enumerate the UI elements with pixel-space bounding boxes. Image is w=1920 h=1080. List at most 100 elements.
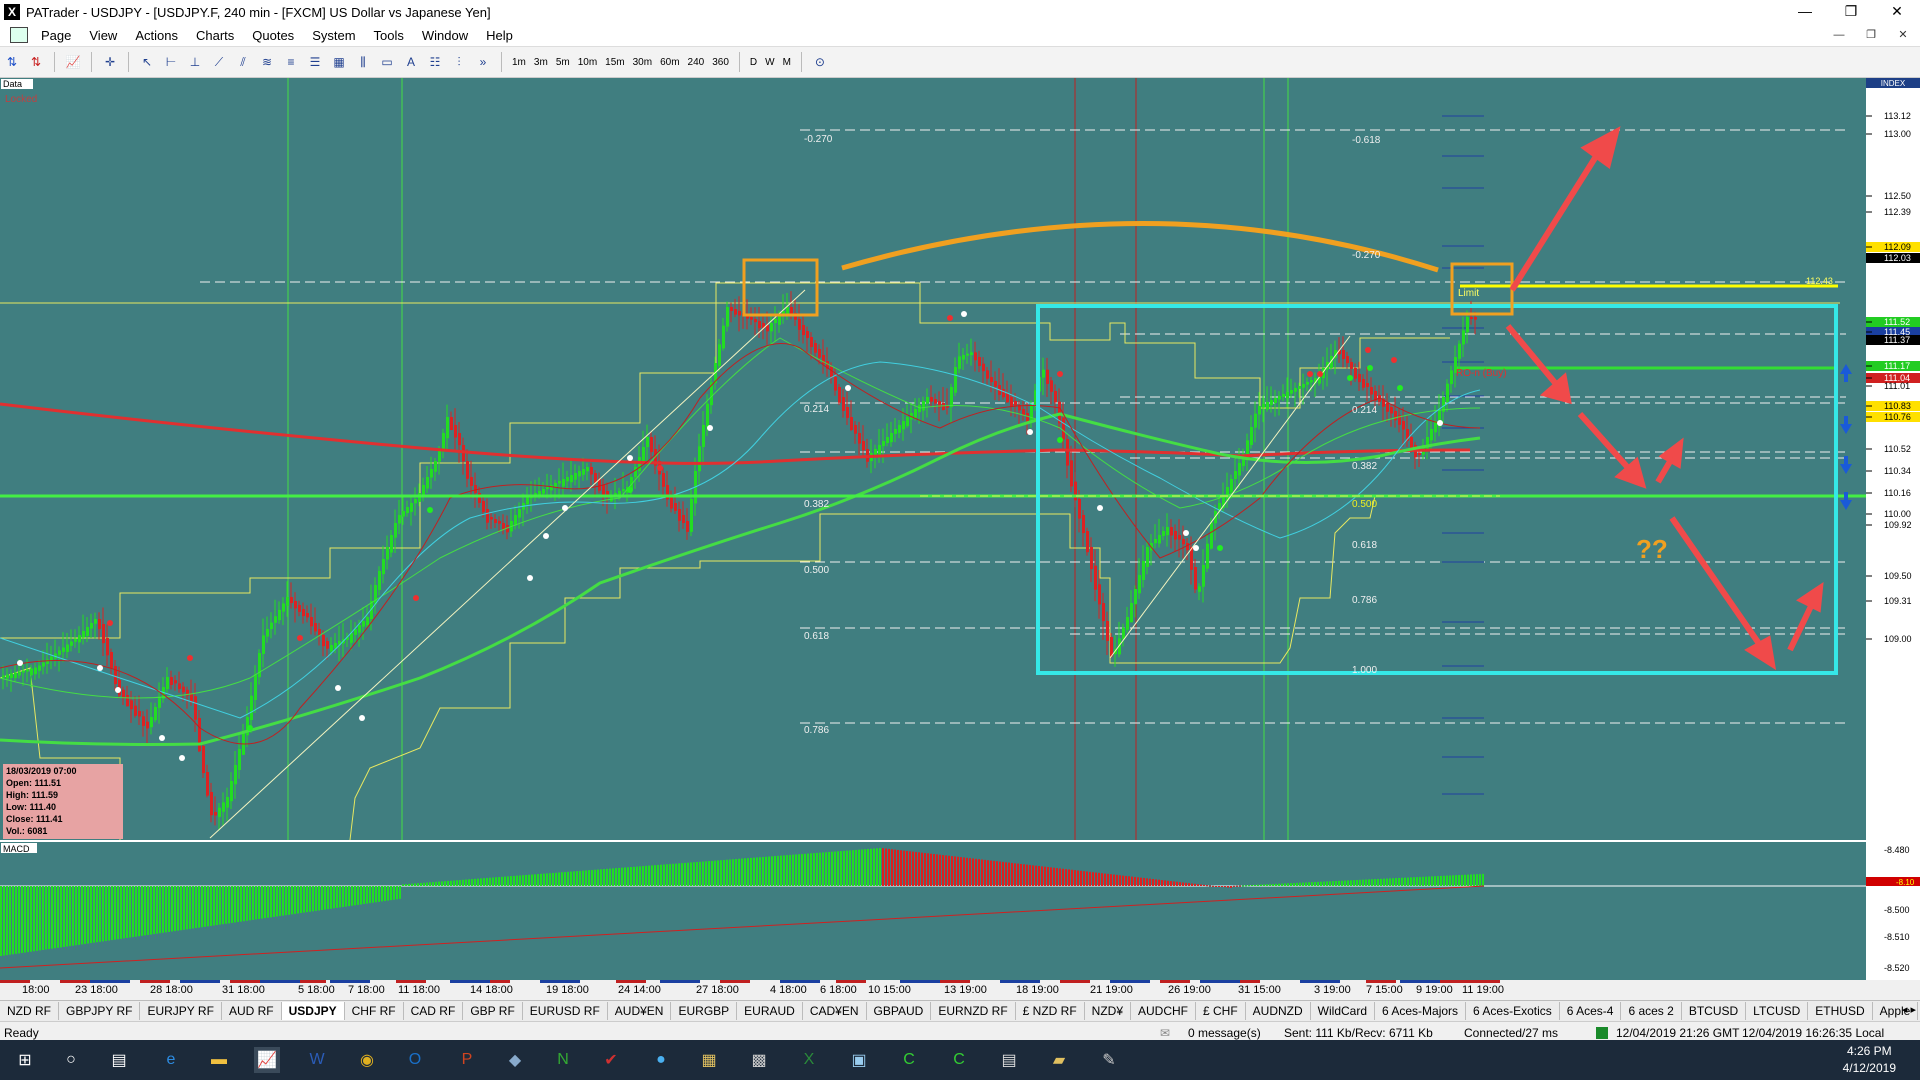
camtasia-recorder-icon[interactable]: C bbox=[946, 1047, 972, 1073]
chart-area[interactable]: INDEX ?? Limit 112.43 RO-n (Buy) -0.270 … bbox=[0, 78, 1920, 1000]
horizontal-line-icon[interactable]: ⊢ bbox=[161, 52, 181, 72]
message-icon[interactable]: ✉ bbox=[1160, 1026, 1170, 1040]
mdi-restore-button[interactable]: ❐ bbox=[1860, 27, 1882, 43]
fib-time-icon[interactable]: ☷ bbox=[425, 52, 445, 72]
tab-euraud[interactable]: EURAUD bbox=[737, 1002, 803, 1020]
tab-eurusd-rf[interactable]: EURUSD RF bbox=[523, 1002, 608, 1020]
trade-app-icon[interactable]: ✔ bbox=[598, 1047, 624, 1073]
down-arrow-icon-3[interactable] bbox=[1840, 500, 1852, 510]
chart-icon[interactable]: 📈 bbox=[63, 52, 83, 72]
tab-usdjpy[interactable]: USDJPY bbox=[281, 1002, 345, 1020]
text-icon[interactable]: A bbox=[401, 52, 421, 72]
app-icon-4[interactable]: ✎ bbox=[1096, 1047, 1122, 1073]
tab-ethusd[interactable]: ETHUSD bbox=[1808, 1002, 1873, 1020]
menu-page[interactable]: Page bbox=[32, 28, 80, 43]
tab-gbp-rf[interactable]: GBP RF bbox=[463, 1002, 523, 1020]
tab-6-aces-2[interactable]: 6 aces 2 bbox=[1621, 1002, 1682, 1020]
tab-scroll-arrows[interactable]: ◂ ▸ bbox=[1902, 1003, 1916, 1016]
tab--chf[interactable]: £ CHF bbox=[1196, 1002, 1246, 1020]
word-icon[interactable]: W bbox=[304, 1047, 330, 1073]
app-icon-2[interactable]: ▣ bbox=[846, 1047, 872, 1073]
close-button[interactable]: ✕ bbox=[1874, 0, 1920, 24]
patrader-icon[interactable]: 📈 bbox=[254, 1047, 280, 1073]
tab-chf-rf[interactable]: CHF RF bbox=[345, 1002, 404, 1020]
tab-6-aces-exotics[interactable]: 6 Aces-Exotics bbox=[1466, 1002, 1560, 1020]
down-arrow-icon-1[interactable] bbox=[1840, 424, 1852, 434]
search-icon[interactable]: ○ bbox=[58, 1047, 84, 1073]
channel-icon[interactable]: ≋ bbox=[257, 52, 277, 72]
tf-w[interactable]: W bbox=[761, 57, 778, 68]
tf-1m[interactable]: 1m bbox=[508, 57, 530, 68]
ninja-icon[interactable]: N bbox=[550, 1047, 576, 1073]
tab-eurjpy-rf[interactable]: EURJPY RF bbox=[140, 1002, 222, 1020]
fib-extension-icon[interactable]: ☰ bbox=[305, 52, 325, 72]
cycle-icon[interactable]: ⫼ bbox=[353, 52, 373, 72]
tf-15m[interactable]: 15m bbox=[601, 57, 628, 68]
fan-icon[interactable]: ⫽ bbox=[233, 52, 253, 72]
tab--nzd-rf[interactable]: £ NZD RF bbox=[1016, 1002, 1085, 1020]
sell-order-icon[interactable]: ⇅ bbox=[26, 52, 46, 72]
tab-aud-rf[interactable]: AUD RF bbox=[222, 1002, 282, 1020]
tab-nzd-[interactable]: NZD¥ bbox=[1085, 1002, 1131, 1020]
tab-aud-en[interactable]: AUD¥EN bbox=[608, 1002, 672, 1020]
trendline-icon[interactable]: ⟋ bbox=[209, 52, 229, 72]
tab-gbpjpy-rf[interactable]: GBPJPY RF bbox=[59, 1002, 141, 1020]
vertical-line-icon[interactable]: ⊥ bbox=[185, 52, 205, 72]
menu-window[interactable]: Window bbox=[413, 28, 477, 43]
gann-icon[interactable]: ▦ bbox=[329, 52, 349, 72]
tab-eurgbp[interactable]: EURGBP bbox=[671, 1002, 738, 1020]
pointer-icon[interactable]: ↖ bbox=[137, 52, 157, 72]
tf-5m[interactable]: 5m bbox=[552, 57, 574, 68]
menu-view[interactable]: View bbox=[80, 28, 126, 43]
notes-icon[interactable]: ▦ bbox=[696, 1047, 722, 1073]
tf-30m[interactable]: 30m bbox=[629, 57, 656, 68]
menu-charts[interactable]: Charts bbox=[187, 28, 243, 43]
minimize-button[interactable]: — bbox=[1782, 0, 1828, 24]
camtasia-icon[interactable]: C bbox=[896, 1047, 922, 1073]
chrome-icon[interactable]: ◉ bbox=[354, 1047, 380, 1073]
outlook-icon[interactable]: O bbox=[402, 1047, 428, 1073]
tab-audchf[interactable]: AUDCHF bbox=[1131, 1002, 1196, 1020]
pitchfork-icon[interactable]: ⫶ bbox=[449, 52, 469, 72]
tab-cad-rf[interactable]: CAD RF bbox=[404, 1002, 464, 1020]
system-clock[interactable]: 4:26 PM 4/12/2019 bbox=[1843, 1043, 1896, 1077]
tf-240[interactable]: 240 bbox=[684, 57, 709, 68]
edge-icon[interactable]: e bbox=[158, 1047, 184, 1073]
tf-m[interactable]: M bbox=[779, 57, 795, 68]
up-arrow-icon[interactable] bbox=[1840, 364, 1852, 374]
tf-360[interactable]: 360 bbox=[708, 57, 733, 68]
top-box-left[interactable] bbox=[742, 258, 819, 317]
mdi-minimize-button[interactable]: — bbox=[1828, 27, 1850, 43]
overflow-icon[interactable]: » bbox=[473, 52, 493, 72]
down-arrow-icon-2[interactable] bbox=[1840, 464, 1852, 474]
menu-tools[interactable]: Tools bbox=[365, 28, 413, 43]
status-messages[interactable]: 0 message(s) bbox=[1188, 1026, 1261, 1040]
tab-btcusd[interactable]: BTCUSD bbox=[1682, 1002, 1747, 1020]
fibonacci-icon[interactable]: ≡ bbox=[281, 52, 301, 72]
tab-audnzd[interactable]: AUDNZD bbox=[1246, 1002, 1311, 1020]
tab-ltcusd[interactable]: LTCUSD bbox=[1746, 1002, 1809, 1020]
tab-6-aces-majors[interactable]: 6 Aces-Majors bbox=[1375, 1002, 1467, 1020]
tf-d[interactable]: D bbox=[746, 57, 761, 68]
menu-quotes[interactable]: Quotes bbox=[243, 28, 303, 43]
crosshair-icon[interactable]: ✛ bbox=[100, 52, 120, 72]
tf-3m[interactable]: 3m bbox=[530, 57, 552, 68]
calculator-icon[interactable]: ▩ bbox=[746, 1047, 772, 1073]
tf-60m[interactable]: 60m bbox=[656, 57, 683, 68]
file-explorer-icon[interactable]: ▬ bbox=[206, 1047, 232, 1073]
maximize-button[interactable]: ❐ bbox=[1828, 0, 1874, 24]
menu-system[interactable]: System bbox=[303, 28, 364, 43]
tab-eurnzd-rf[interactable]: EURNZD RF bbox=[931, 1002, 1016, 1020]
windows-start-icon[interactable]: ⊞ bbox=[12, 1047, 38, 1073]
zoom-icon[interactable]: ● bbox=[648, 1047, 674, 1073]
clock-icon[interactable]: ⊙ bbox=[810, 52, 830, 72]
tab-cad-en[interactable]: CAD¥EN bbox=[803, 1002, 867, 1020]
menu-help[interactable]: Help bbox=[477, 28, 522, 43]
folder-icon[interactable]: ▰ bbox=[1046, 1047, 1072, 1073]
tab-nzd-rf[interactable]: NZD RF bbox=[0, 1002, 59, 1020]
menu-actions[interactable]: Actions bbox=[126, 28, 187, 43]
tab-gbpaud[interactable]: GBPAUD bbox=[867, 1002, 932, 1020]
tab-6-aces-4[interactable]: 6 Aces-4 bbox=[1560, 1002, 1622, 1020]
tf-10m[interactable]: 10m bbox=[574, 57, 601, 68]
powerpoint-icon[interactable]: P bbox=[454, 1047, 480, 1073]
